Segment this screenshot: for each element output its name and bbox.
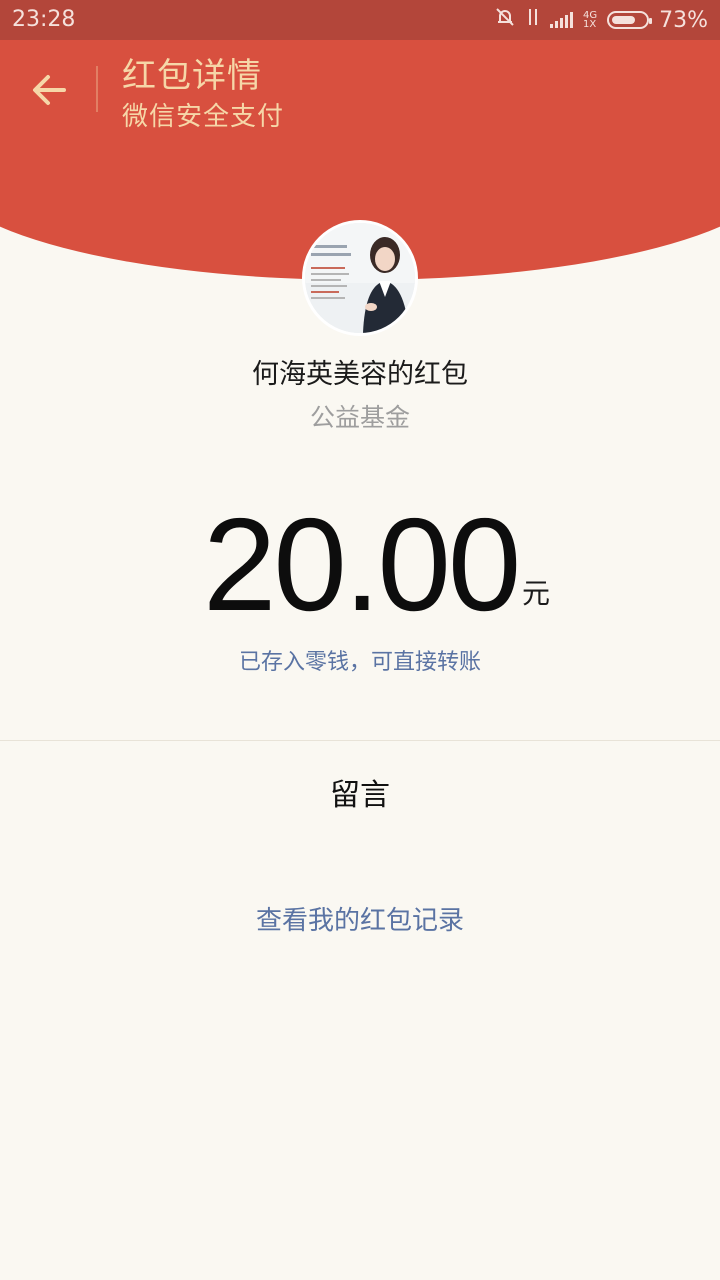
battery-fill	[612, 16, 636, 24]
red-packet-detail-screen: 23:28 4G 1X 73% 红包详情 微信安全支付 何海英美容的红包 公益基…	[0, 0, 720, 1280]
status-bar: 23:28 4G 1X 73%	[0, 0, 720, 40]
page-title: 红包详情	[122, 56, 262, 96]
amount-value: 20.00	[203, 491, 521, 638]
battery-icon	[607, 11, 653, 29]
battery-percent: 73%	[659, 7, 708, 33]
network-sub-label: 1X	[582, 19, 597, 30]
view-records-link[interactable]: 查看我的红包记录	[0, 900, 720, 937]
header-divider	[96, 66, 98, 112]
deposited-to-balance-link[interactable]: 已存入零钱，可直接转账	[0, 644, 720, 676]
back-button[interactable]	[22, 62, 78, 118]
status-icons: 4G 1X 73%	[494, 6, 708, 34]
status-time: 23:28	[12, 7, 76, 32]
mute-bell-icon	[494, 6, 516, 34]
packet-message: 公益基金	[309, 403, 410, 432]
sender-name: 何海英美容的红包	[252, 359, 468, 390]
arrow-left-icon	[33, 75, 66, 105]
sender-avatar[interactable]	[302, 220, 418, 336]
avatar-photo	[305, 223, 415, 333]
signal-icon	[549, 12, 573, 28]
data-arrows-icon	[526, 6, 540, 34]
section-divider	[0, 740, 720, 741]
network-type: 4G 1X	[582, 11, 597, 30]
amount-unit: 元	[522, 577, 551, 610]
leave-message-button[interactable]: 留言	[0, 770, 720, 814]
page-subtitle: 微信安全支付	[122, 102, 285, 132]
battery-cap	[649, 18, 653, 24]
amount-row: 20.00 元	[0, 491, 720, 638]
